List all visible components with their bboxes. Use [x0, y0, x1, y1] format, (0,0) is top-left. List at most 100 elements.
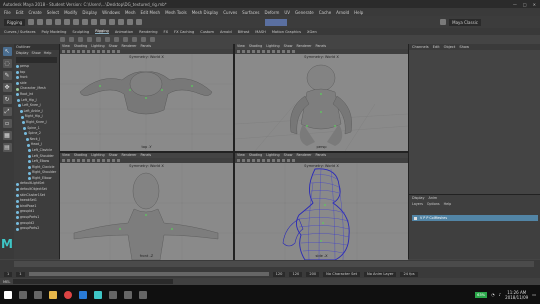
- menu-item-16[interactable]: Cache: [319, 10, 331, 15]
- channel-box-tab[interactable]: Object: [444, 44, 456, 50]
- volume-icon[interactable]: ♪: [499, 292, 502, 297]
- shelf-tab-6[interactable]: FX: [164, 30, 169, 34]
- ipr-render-icon[interactable]: [136, 19, 143, 25]
- outliner-layout-icon[interactable]: ▤: [2, 143, 12, 152]
- menu-item-0[interactable]: File: [4, 10, 11, 15]
- menu-item-14[interactable]: UV: [284, 10, 290, 15]
- layer-menu-item[interactable]: Help: [444, 201, 452, 207]
- viewport-side[interactable]: View Shading Lighting Show Renderer Panels Sy…: [235, 153, 408, 260]
- undo-icon[interactable]: [55, 19, 62, 25]
- range-start-field[interactable]: 1: [16, 271, 25, 277]
- quick-select-field[interactable]: [265, 18, 288, 26]
- edge-icon[interactable]: [79, 290, 87, 299]
- shelf-tab-3[interactable]: Rigging: [95, 29, 109, 34]
- channel-box-tab[interactable]: Show: [459, 44, 469, 50]
- move-tool-icon[interactable]: ✥: [2, 83, 12, 92]
- menu-item-2[interactable]: Create: [28, 10, 41, 15]
- display-layer-row[interactable]: V P P ColMeshes: [412, 215, 538, 221]
- sign-in-icon[interactable]: [440, 19, 447, 25]
- paint-weights-icon[interactable]: [87, 37, 92, 42]
- search-icon[interactable]: [19, 290, 27, 299]
- menu-item-1[interactable]: Edit: [16, 10, 24, 15]
- shelf-tab-8[interactable]: Custom: [200, 30, 214, 34]
- paint-select-icon[interactable]: ✎: [2, 71, 12, 80]
- menu-item-12[interactable]: Surfaces: [242, 10, 259, 15]
- menu-set-select[interactable]: Rigging: [4, 18, 26, 26]
- fps-select[interactable]: 24 fps: [400, 271, 418, 277]
- joint-tool-icon[interactable]: [60, 37, 65, 42]
- lattice-icon[interactable]: [105, 37, 110, 42]
- menu-item-9[interactable]: Mesh Tools: [165, 10, 187, 15]
- shelf-tab-5[interactable]: Rendering: [139, 30, 157, 34]
- snap-curve-icon[interactable]: [109, 19, 116, 25]
- outliner-menu-item[interactable]: Help: [44, 50, 52, 56]
- rotate-tool-icon[interactable]: ↻: [2, 95, 12, 104]
- menu-item-11[interactable]: Curves: [223, 10, 237, 15]
- orient-constraint-icon[interactable]: [132, 37, 137, 42]
- single-view-icon[interactable]: ▫: [2, 119, 12, 128]
- save-scene-icon[interactable]: [46, 19, 53, 25]
- mel-input[interactable]: [13, 279, 174, 284]
- select-object-icon[interactable]: [82, 19, 89, 25]
- viewport-persp[interactable]: View Shading Lighting Show Renderer Panels Sy…: [235, 44, 408, 151]
- shelf-tab-10[interactable]: Bifrost: [238, 30, 250, 34]
- end-frame-field[interactable]: 120: [289, 271, 303, 277]
- outliner-item[interactable]: groupParts2: [14, 226, 59, 232]
- render-icon[interactable]: [127, 19, 134, 25]
- pole-vector-icon[interactable]: [141, 37, 146, 42]
- select-tool-icon[interactable]: ↖: [2, 47, 12, 56]
- blend-shape-icon[interactable]: [114, 37, 119, 42]
- chrome-icon[interactable]: [64, 290, 72, 299]
- outliner-menu-item[interactable]: Display: [16, 50, 29, 56]
- open-scene-icon[interactable]: [37, 19, 44, 25]
- layer-menu-item[interactable]: Layers: [412, 201, 423, 207]
- range-end-field[interactable]: 120: [272, 271, 286, 277]
- cluster-icon[interactable]: [96, 37, 101, 42]
- task-view-icon[interactable]: [34, 290, 42, 299]
- shelf-tab-12[interactable]: Motion Graphics: [272, 30, 301, 34]
- snap-point-icon[interactable]: [118, 19, 125, 25]
- menu-item-8[interactable]: Edit Mesh: [141, 10, 161, 15]
- maya-taskbar-icon[interactable]: [94, 290, 102, 299]
- mel-label[interactable]: MEL: [3, 280, 10, 284]
- scale-tool-icon[interactable]: ⤢: [2, 107, 12, 116]
- anim-end-field[interactable]: 200: [306, 271, 320, 277]
- shelf-tab-11[interactable]: MASH: [255, 30, 266, 34]
- outliner-search-input[interactable]: [16, 57, 57, 63]
- shelf-tab-7[interactable]: FX Caching: [174, 30, 194, 34]
- lasso-tool-icon[interactable]: ◌: [2, 59, 12, 68]
- menu-item-10[interactable]: Mesh Display: [192, 10, 219, 15]
- menu-item-4[interactable]: Modify: [64, 10, 77, 15]
- menu-item-3[interactable]: Select: [47, 10, 59, 15]
- shelf-tab-0[interactable]: Curves / Surfaces: [4, 30, 36, 34]
- menu-item-7[interactable]: Mesh: [125, 10, 136, 15]
- menu-item-18[interactable]: Help: [354, 10, 363, 15]
- menu-item-6[interactable]: Windows: [102, 10, 120, 15]
- start-frame-field[interactable]: 1: [4, 271, 13, 277]
- maximize-icon[interactable]: □: [523, 2, 527, 7]
- viewport-top[interactable]: View Shading Lighting Show Renderer Panels Sy…: [60, 44, 233, 151]
- humanik-icon[interactable]: [150, 37, 155, 42]
- outliner-menu-item[interactable]: Show: [32, 50, 41, 56]
- channel-box-tab[interactable]: Channels: [412, 44, 429, 50]
- minimize-icon[interactable]: —: [513, 2, 517, 7]
- store-icon[interactable]: [109, 290, 117, 299]
- clock[interactable]: 11:26 AM 2018/11/09: [505, 290, 528, 300]
- snap-grid-icon[interactable]: [100, 19, 107, 25]
- character-set-select[interactable]: No Character Set: [323, 271, 360, 277]
- channel-box-tab[interactable]: Edit: [433, 44, 440, 50]
- mail-icon[interactable]: [124, 290, 132, 299]
- network-icon[interactable]: ◔: [491, 292, 495, 297]
- app-icon[interactable]: [139, 290, 147, 299]
- notifications-icon[interactable]: ▭: [532, 292, 536, 297]
- time-slider[interactable]: [0, 260, 540, 270]
- menu-item-15[interactable]: Generate: [295, 10, 314, 15]
- four-view-icon[interactable]: ▦: [2, 131, 12, 140]
- shelf-tab-2[interactable]: Sculpting: [72, 30, 89, 34]
- range-slider-bar[interactable]: [28, 272, 269, 276]
- select-component-icon[interactable]: [91, 19, 98, 25]
- layer-menu-item[interactable]: Options: [427, 201, 440, 207]
- workspace-select[interactable]: Maya Classic: [449, 18, 481, 26]
- menu-item-5[interactable]: Display: [82, 10, 97, 15]
- menu-item-17[interactable]: Arnold: [336, 10, 349, 15]
